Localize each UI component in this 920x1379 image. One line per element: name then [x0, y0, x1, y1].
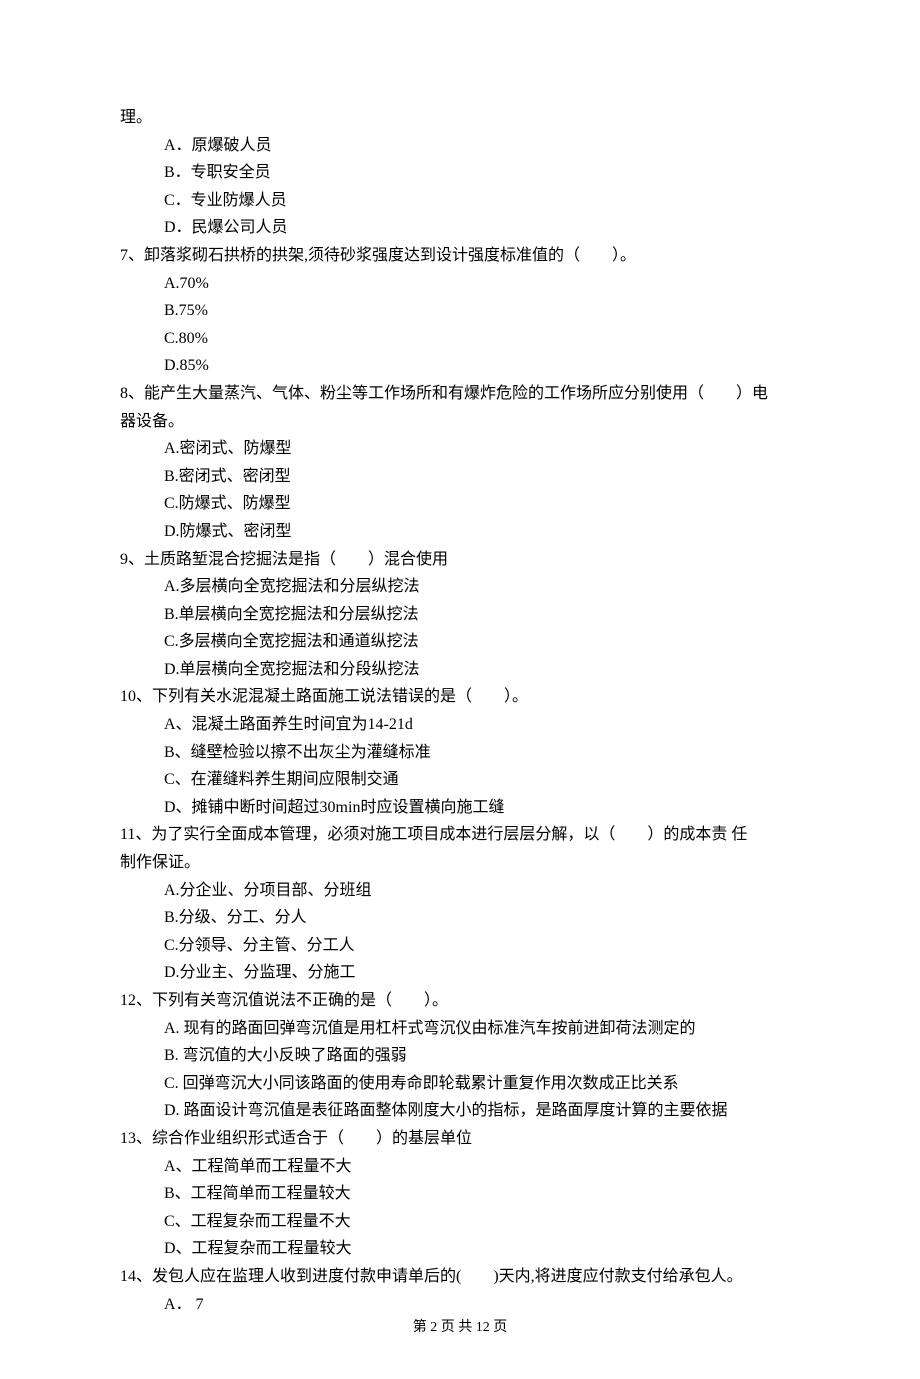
q7-option-d: D.85%: [120, 353, 800, 379]
q10-option-b: B、缝壁检验以擦不出灰尘为灌缝标准: [120, 740, 800, 766]
q11-option-d: D.分业主、分监理、分施工: [120, 960, 800, 986]
q8-option-b: B.密闭式、密闭型: [120, 464, 800, 490]
q7-stem: 7、卸落浆砌石拱桥的拱架,须待砂浆强度达到设计强度标准值的（ ）。: [120, 243, 800, 269]
q9-stem: 9、土质路堑混合挖掘法是指（ ）混合使用: [120, 547, 800, 573]
q6-option-b: B．专职安全员: [120, 160, 800, 186]
q10-option-d: D、摊铺中断时间超过30min时应设置横向施工缝: [120, 795, 800, 821]
q13-option-b: B、工程简单而工程量较大: [120, 1181, 800, 1207]
q8-stem-line1: 8、能产生大量蒸汽、气体、粉尘等工作场所和有爆炸危险的工作场所应分别使用（ ）电: [120, 381, 800, 407]
q10-option-c: C、在灌缝料养生期间应限制交通: [120, 767, 800, 793]
q13-option-a: A、工程简单而工程量不大: [120, 1154, 800, 1180]
q7-option-c: C.80%: [120, 326, 800, 352]
q12-option-d: D. 路面设计弯沉值是表征路面整体刚度大小的指标，是路面厚度计算的主要依据: [120, 1098, 800, 1124]
q11-option-c: C.分领导、分主管、分工人: [120, 933, 800, 959]
q12-stem: 12、下列有关弯沉值说法不正确的是（ ）。: [120, 988, 800, 1014]
q9-option-a: A.多层横向全宽挖掘法和分层纵挖法: [120, 574, 800, 600]
q8-option-d: D.防爆式、密闭型: [120, 519, 800, 545]
q8-option-c: C.防爆式、防爆型: [120, 491, 800, 517]
q12-option-c: C. 回弹弯沉大小同该路面的使用寿命即轮载累计重复作用次数成正比关系: [120, 1071, 800, 1097]
q13-option-d: D、工程复杂而工程量较大: [120, 1236, 800, 1262]
q13-option-c: C、工程复杂而工程量不大: [120, 1209, 800, 1235]
q10-stem: 10、下列有关水泥混凝土路面施工说法错误的是（ ）。: [120, 684, 800, 710]
document-page: 理。 A．原爆破人员 B．专职安全员 C．专业防爆人员 D．民爆公司人员 7、卸…: [0, 0, 920, 1379]
q9-option-b: B.单层横向全宽挖掘法和分层纵挖法: [120, 602, 800, 628]
q8-option-a: A.密闭式、防爆型: [120, 436, 800, 462]
q8-stem-line2: 器设备。: [120, 409, 800, 435]
q13-stem: 13、综合作业组织形式适合于（ ）的基层单位: [120, 1126, 800, 1152]
q6-continuation: 理。: [120, 105, 800, 131]
q10-option-a: A、混凝土路面养生时间宜为14-21d: [120, 712, 800, 738]
q7-option-b: B.75%: [120, 298, 800, 324]
q11-stem-line2: 制作保证。: [120, 850, 800, 876]
q11-option-b: B.分级、分工、分人: [120, 905, 800, 931]
q6-option-d: D．民爆公司人员: [120, 215, 800, 241]
q6-option-a: A．原爆破人员: [120, 133, 800, 159]
q12-option-a: A. 现有的路面回弹弯沉值是用杠杆式弯沉仪由标准汽车按前进卸荷法测定的: [120, 1016, 800, 1042]
page-footer: 第 2 页 共 12 页: [0, 1317, 920, 1339]
q9-option-d: D.单层横向全宽挖掘法和分段纵挖法: [120, 657, 800, 683]
q6-option-c: C．专业防爆人员: [120, 188, 800, 214]
q14-option-a: A． 7: [120, 1292, 800, 1318]
q12-option-b: B. 弯沉值的大小反映了路面的强弱: [120, 1043, 800, 1069]
q9-option-c: C.多层横向全宽挖掘法和通道纵挖法: [120, 629, 800, 655]
q14-stem: 14、发包人应在监理人收到进度付款申请单后的( )天内,将进度应付款支付给承包人…: [120, 1264, 800, 1290]
q11-option-a: A.分企业、分项目部、分班组: [120, 878, 800, 904]
q7-option-a: A.70%: [120, 271, 800, 297]
q11-stem-line1: 11、为了实行全面成本管理，必须对施工项目成本进行层层分解，以（ ）的成本责 任: [120, 822, 800, 848]
